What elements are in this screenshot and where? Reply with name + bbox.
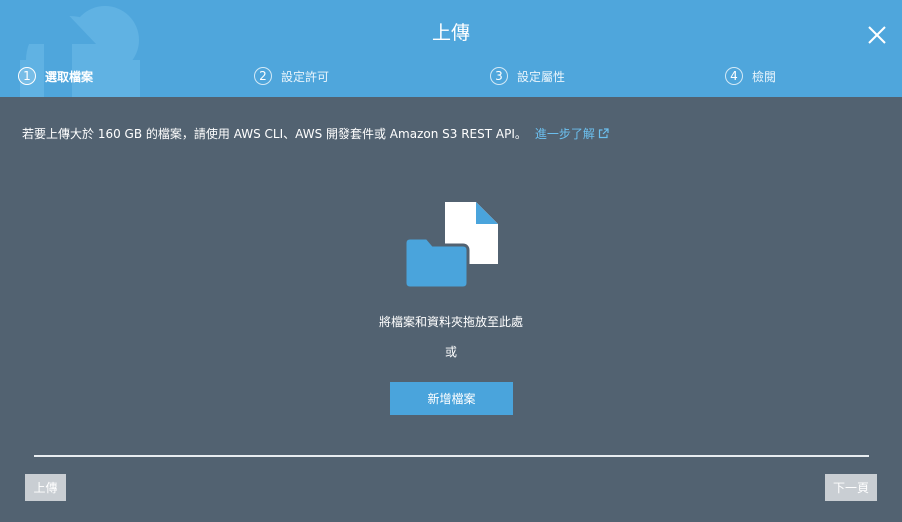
upload-button[interactable]: 上傳 [25, 474, 66, 501]
step-number: 2 [254, 67, 272, 85]
or-separator: 或 [444, 345, 457, 359]
upload-dialog: 上傳 1 選取檔案 2 設定許可 3 設定屬性 4 檢閱 若要上傳大於 160 … [0, 0, 902, 522]
step-label: 設定許可 [281, 69, 330, 84]
large-file-notice: 若要上傳大於 160 GB 的檔案，請使用 AWS CLI、AWS 開發套件或 … [22, 126, 609, 142]
drop-instruction: 將檔案和資料夾拖放至此處 [378, 315, 523, 329]
footer-divider [34, 455, 869, 457]
folder-file-icon [403, 202, 498, 290]
step-number: 4 [725, 67, 743, 85]
wizard-steps: 1 選取檔案 2 設定許可 3 設定屬性 4 檢閱 [0, 64, 902, 90]
step-label: 檢閱 [752, 69, 777, 84]
close-icon[interactable] [864, 22, 890, 48]
step-number: 1 [18, 67, 36, 85]
learn-more-link[interactable]: 進一步了解 [535, 127, 609, 141]
step-set-permissions[interactable]: 2 設定許可 [254, 64, 329, 88]
add-files-button[interactable]: 新增檔案 [390, 382, 513, 415]
step-review[interactable]: 4 檢閱 [725, 64, 776, 88]
next-button[interactable]: 下一頁 [825, 474, 877, 501]
learn-more-label: 進一步了解 [534, 127, 595, 141]
step-set-properties[interactable]: 3 設定屬性 [490, 64, 565, 88]
dialog-title: 上傳 [431, 22, 470, 44]
step-label: 選取檔案 [45, 69, 94, 84]
dialog-header: 上傳 1 選取檔案 2 設定許可 3 設定屬性 4 檢閱 [0, 0, 902, 97]
step-label: 設定屬性 [517, 69, 566, 84]
notice-text: 若要上傳大於 160 GB 的檔案，請使用 AWS CLI、AWS 開發套件或 … [22, 127, 527, 141]
step-number: 3 [490, 67, 508, 85]
external-link-icon [598, 128, 609, 139]
step-select-files[interactable]: 1 選取檔案 [18, 64, 93, 88]
